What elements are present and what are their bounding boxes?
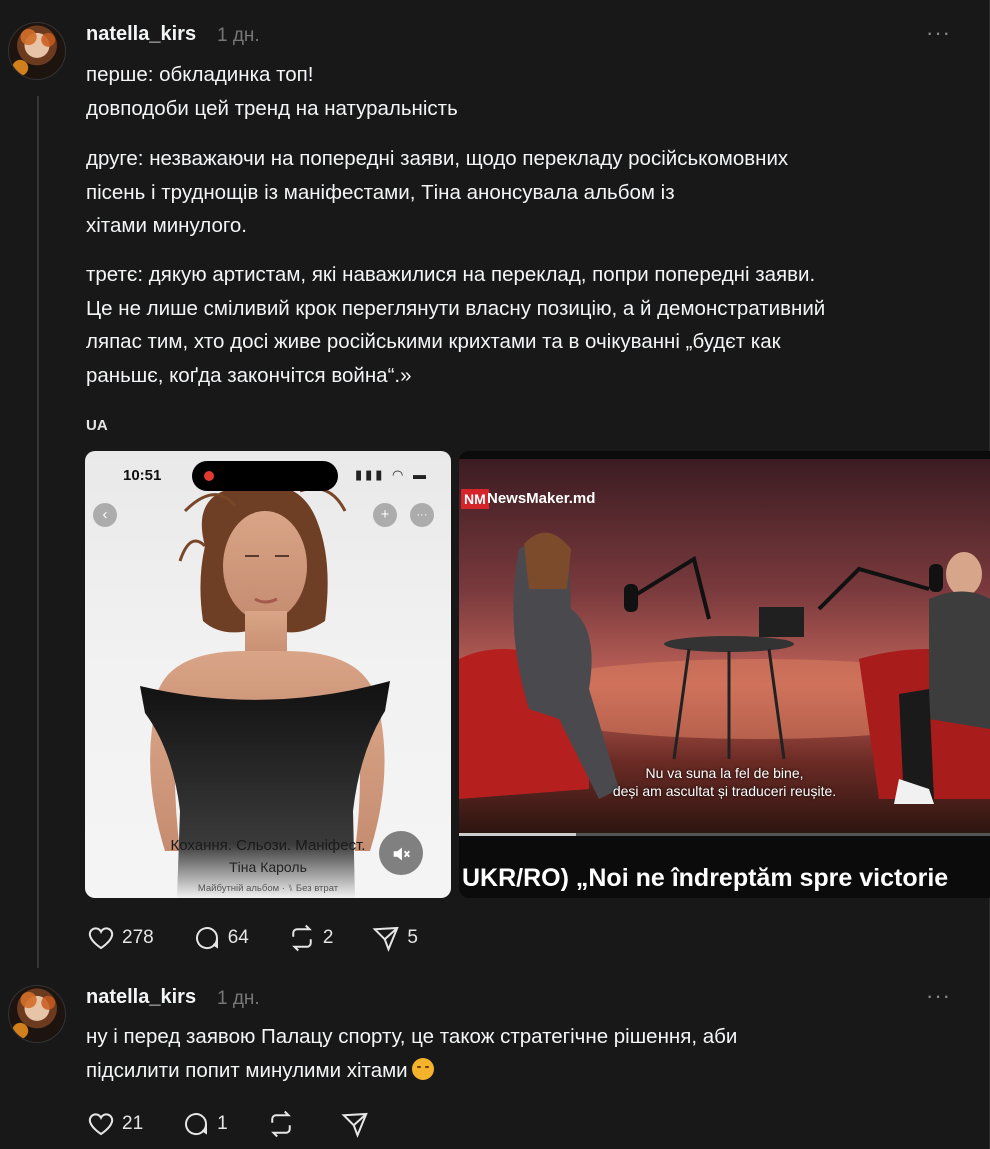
video-progress-fill (459, 833, 576, 836)
comment-count: 1 (217, 1113, 228, 1134)
like-button[interactable]: 21 (86, 1109, 143, 1139)
heart-icon (88, 927, 114, 950)
avatar[interactable] (8, 985, 66, 1043)
post-timestamp[interactable]: 1 дн. (217, 25, 260, 47)
comment-icon (185, 1113, 208, 1136)
album-meta: Майбутній альбом · ⑊ Без втрат (197, 883, 339, 894)
more-options-icon[interactable]: ··· (926, 983, 951, 1009)
dynamic-island (192, 461, 338, 491)
post-paragraph-1: перше: обкладинка топ! довподоби цей тре… (86, 63, 458, 120)
share-button[interactable]: 5 (371, 923, 418, 953)
post-actions: 278 64 2 5 (86, 923, 456, 953)
like-button[interactable]: 278 (86, 923, 154, 953)
like-count: 278 (122, 927, 154, 948)
album-cover-screenshot[interactable]: 10:51 ▮▮▮ ◠ ▬ ‹ + ··· Кохання. Сльози. М… (85, 451, 451, 898)
heart-icon (88, 1113, 114, 1136)
post-paragraph-3: третє: дякую артистам, які наважилися на… (86, 263, 826, 387)
repost-count: 2 (322, 927, 334, 948)
send-icon (372, 926, 400, 952)
studio-scene-image: NM NewsMaker.md Nu va suna la fel de bin… (459, 459, 990, 836)
comment-count: 64 (227, 927, 249, 948)
share-count: 5 (407, 927, 418, 948)
plus-icon: + (373, 503, 397, 527)
back-icon: ‹ (93, 503, 117, 527)
speaker-muted-icon (393, 847, 410, 861)
avatar[interactable] (8, 22, 66, 80)
rolling-eyes-emoji-icon (411, 1057, 434, 1080)
language-tag[interactable]: UA (86, 417, 108, 434)
comment-button[interactable]: 1 (181, 1109, 228, 1139)
mute-icon[interactable] (379, 831, 423, 875)
post-text: ну і перед заявою Палацу спорту, це тако… (86, 1020, 737, 1087)
more-options-icon[interactable]: ··· (926, 20, 951, 46)
repost-icon (291, 924, 312, 952)
video-subtitle-line-2: deși am ascultat și traduceri reușite. (612, 783, 837, 799)
post-paragraph-2: друге: незважаючи на попередні заяви, що… (86, 147, 789, 237)
username[interactable]: natella_kirs (86, 23, 196, 46)
post-text-content: ну і перед заявою Палацу спорту, це тако… (86, 1025, 738, 1082)
status-bar-time: 10:51 (123, 467, 162, 484)
repost-icon (270, 1110, 291, 1138)
post-timestamp[interactable]: 1 дн. (217, 988, 260, 1010)
video-progress-bar[interactable] (459, 833, 990, 836)
repost-button[interactable] (266, 1109, 302, 1139)
status-bar-icons: ▮▮▮ ◠ ▬ (354, 467, 429, 482)
username[interactable]: natella_kirs (86, 986, 196, 1009)
thread-panel: natella_kirs 1 дн. ··· перше: обкладинка… (0, 0, 990, 1149)
comment-button[interactable]: 64 (192, 923, 249, 953)
video-caption: UKR/RO) „Noi ne îndreptăm spre victorie (462, 864, 949, 892)
recording-dot-icon (204, 471, 214, 481)
post-actions: 21 1 (86, 1109, 414, 1139)
send-icon (341, 1112, 368, 1138)
video-subtitle-line-1: Nu va suna la fel de bine, (645, 765, 804, 781)
dots-icon: ··· (410, 503, 434, 527)
thread-connector-line (37, 96, 39, 968)
share-button[interactable] (340, 1109, 376, 1139)
like-count: 21 (122, 1113, 144, 1134)
newsmaker-logo: NM (461, 489, 489, 509)
comment-icon (195, 927, 218, 950)
repost-button[interactable]: 2 (287, 923, 334, 953)
newsmaker-label: NewsMaker.md (487, 490, 596, 507)
video-thumbnail[interactable]: NM NewsMaker.md Nu va suna la fel de bin… (459, 451, 990, 898)
